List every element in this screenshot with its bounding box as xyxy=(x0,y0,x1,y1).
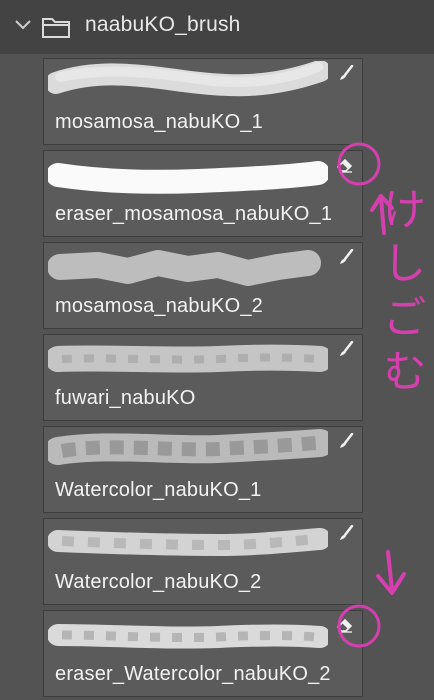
brush-item[interactable]: mosamosa_nabuKO_2 xyxy=(43,242,363,329)
brush-icon xyxy=(340,433,354,448)
brush-icon xyxy=(340,525,354,540)
group-title: naabuKO_brush xyxy=(85,13,241,36)
brush-item[interactable]: fuwari_nabuKO xyxy=(43,334,363,421)
brush-stroke-preview xyxy=(48,250,321,286)
brush-name: fuwari_nabuKO xyxy=(55,387,196,409)
brush-group-header[interactable]: naabuKO_brush xyxy=(0,0,434,54)
brush-stroke-preview xyxy=(48,344,328,373)
arrow-up-icon xyxy=(379,196,386,235)
brush-icon xyxy=(340,249,354,264)
brush-stroke-preview xyxy=(48,624,328,649)
brush-name: Watercolor_nabuKO_1 xyxy=(55,479,262,501)
eraser-icon xyxy=(336,158,353,173)
brush-name: mosamosa_nabuKO_1 xyxy=(55,111,263,133)
brush-stroke-preview xyxy=(48,61,328,97)
brush-icon xyxy=(340,341,354,356)
annotation-char: けしごむ xyxy=(375,186,426,402)
brush-name: mosamosa_nabuKO_2 xyxy=(55,295,263,317)
brush-name: eraser_Watercolor_nabuKO_2 xyxy=(55,663,331,685)
arrow-down-icon xyxy=(386,550,394,592)
folder-icon xyxy=(42,18,70,38)
brush-item[interactable]: eraser_mosamosa_nabuKO_1 xyxy=(43,150,363,237)
eraser-icon xyxy=(336,618,353,633)
brush-item[interactable]: eraser_Watercolor_nabuKO_2 xyxy=(43,610,363,697)
brush-name: eraser_mosamosa_nabuKO_1 xyxy=(55,203,333,225)
brush-item[interactable]: mosamosa_nabuKO_1 xyxy=(43,58,363,145)
chevron-down-icon[interactable] xyxy=(14,18,32,32)
brush-stroke-preview xyxy=(48,161,328,194)
brush-item[interactable]: Watercolor_nabuKO_1 xyxy=(43,426,363,513)
brush-stroke-preview xyxy=(48,528,328,557)
brush-name: Watercolor_nabuKO_2 xyxy=(55,571,262,593)
brush-item[interactable]: Watercolor_nabuKO_2 xyxy=(43,518,363,605)
brush-icon xyxy=(340,65,354,80)
brush-stroke-preview xyxy=(48,429,328,465)
